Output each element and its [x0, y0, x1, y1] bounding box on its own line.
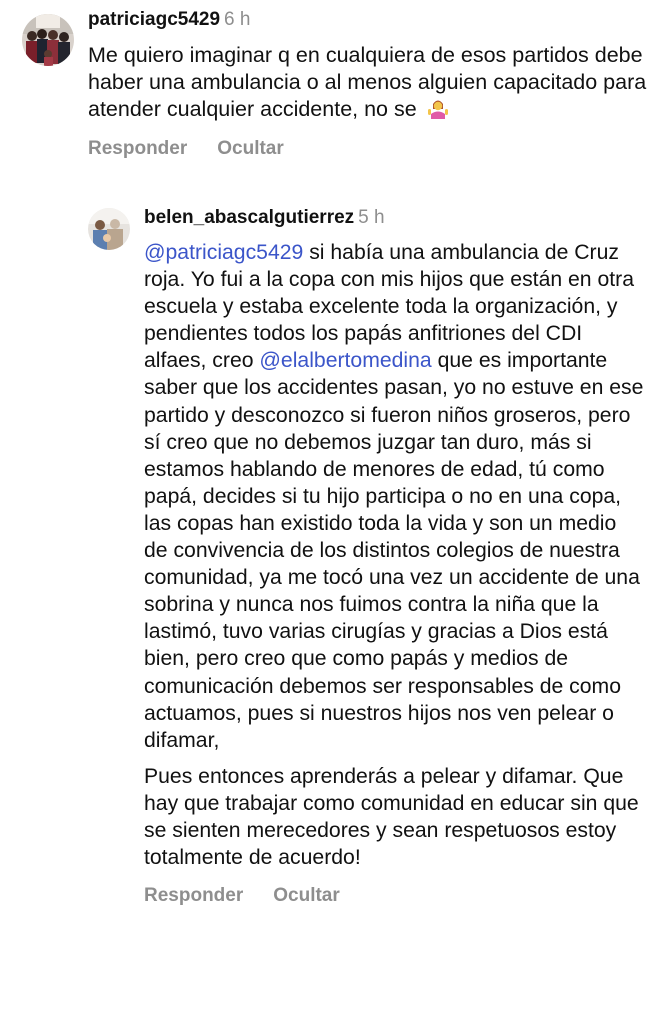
comment-text-content: Pues entonces aprenderás a pelear y difa… [144, 764, 639, 870]
avatar-photo-icon [22, 14, 74, 66]
comment-text-content: Me quiero imaginar q en cualquiera de es… [88, 43, 647, 122]
avatar[interactable] [22, 14, 74, 66]
comment-text-paragraph: Pues entonces aprenderás a pelear y difa… [144, 763, 644, 871]
comment-text: Me quiero imaginar q en cualquiera de es… [88, 42, 648, 124]
username[interactable]: belen_abascalgutierrez [144, 207, 354, 228]
mention-link[interactable]: @elalbertomedina [259, 349, 431, 372]
comment-body: belen_abascalgutierrez 5 h @patriciagc542… [144, 206, 644, 907]
timestamp: 6 h [224, 9, 251, 30]
comment-header: belen_abascalgutierrez 5 h [144, 206, 644, 230]
hide-button[interactable]: Ocultar [217, 138, 284, 160]
avatar[interactable] [88, 208, 130, 250]
avatar-photo-icon [88, 208, 130, 250]
hide-button[interactable]: Ocultar [273, 885, 340, 907]
comment-actions: Responder Ocultar [144, 885, 644, 907]
comment-header: patriciagc5429 6 h [88, 8, 648, 32]
mention-link[interactable]: @patriciagc5429 [144, 241, 303, 264]
reply-button[interactable]: Responder [88, 138, 187, 160]
comment-actions: Responder Ocultar [88, 138, 648, 160]
comment-text-content: que es importante saber que los accident… [144, 349, 644, 752]
reply-button[interactable]: Responder [144, 885, 243, 907]
comment-text: @patriciagc5429 si había una ambulancia … [144, 239, 644, 754]
comment-body: patriciagc5429 6 h Me quiero imaginar q e… [88, 8, 648, 160]
username[interactable]: patriciagc5429 [88, 9, 220, 30]
timestamp: 5 h [358, 207, 385, 228]
person-shrugging-emoji-icon [427, 97, 449, 120]
